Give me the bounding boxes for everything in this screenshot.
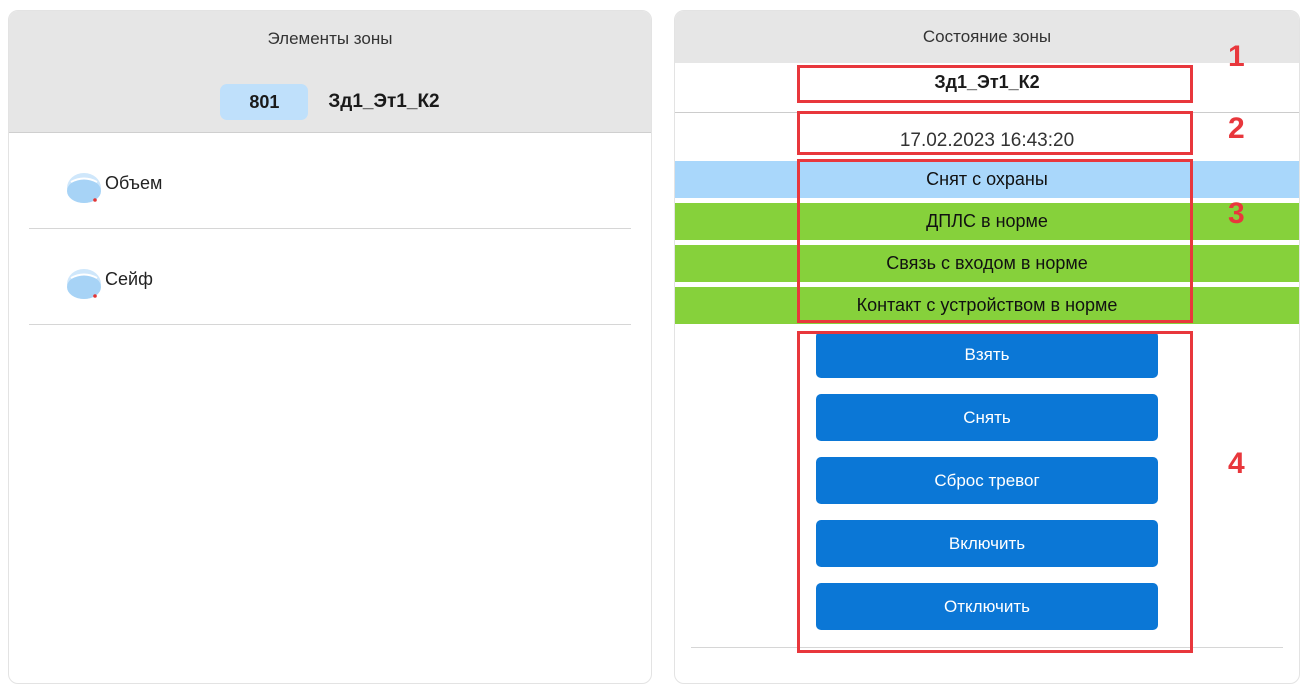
zone-elements-panel: Элементы зоны 801 Зд1_Эт1_К2 Объем Сейф bbox=[8, 10, 652, 684]
annotation-box-3 bbox=[797, 159, 1193, 323]
zone-elements-list: Объем Сейф bbox=[9, 133, 651, 325]
zone-state-title: Состояние зоны bbox=[675, 11, 1299, 63]
detector-icon bbox=[67, 173, 101, 203]
zone-identifier: 801 Зд1_Эт1_К2 bbox=[9, 84, 651, 120]
element-label: Объем bbox=[105, 173, 163, 193]
element-label: Сейф bbox=[105, 269, 153, 289]
zone-elements-header: Элементы зоны 801 Зд1_Эт1_К2 bbox=[9, 11, 651, 133]
detector-icon bbox=[67, 269, 101, 299]
annotation-number-4: 4 bbox=[1228, 447, 1245, 480]
annotation-number-2: 2 bbox=[1228, 112, 1245, 145]
annotation-number-3: 3 bbox=[1228, 197, 1245, 230]
list-item-element[interactable]: Объем bbox=[29, 133, 631, 229]
annotation-box-2 bbox=[797, 111, 1193, 155]
zone-elements-title: Элементы зоны bbox=[267, 29, 393, 48]
annotation-box-4 bbox=[797, 331, 1193, 653]
annotation-number-1: 1 bbox=[1228, 40, 1245, 73]
zone-name-label: Зд1_Эт1_К2 bbox=[328, 91, 440, 112]
annotation-box-1 bbox=[797, 65, 1193, 103]
list-item-element[interactable]: Сейф bbox=[29, 229, 631, 325]
zone-number-badge: 801 bbox=[220, 84, 309, 120]
